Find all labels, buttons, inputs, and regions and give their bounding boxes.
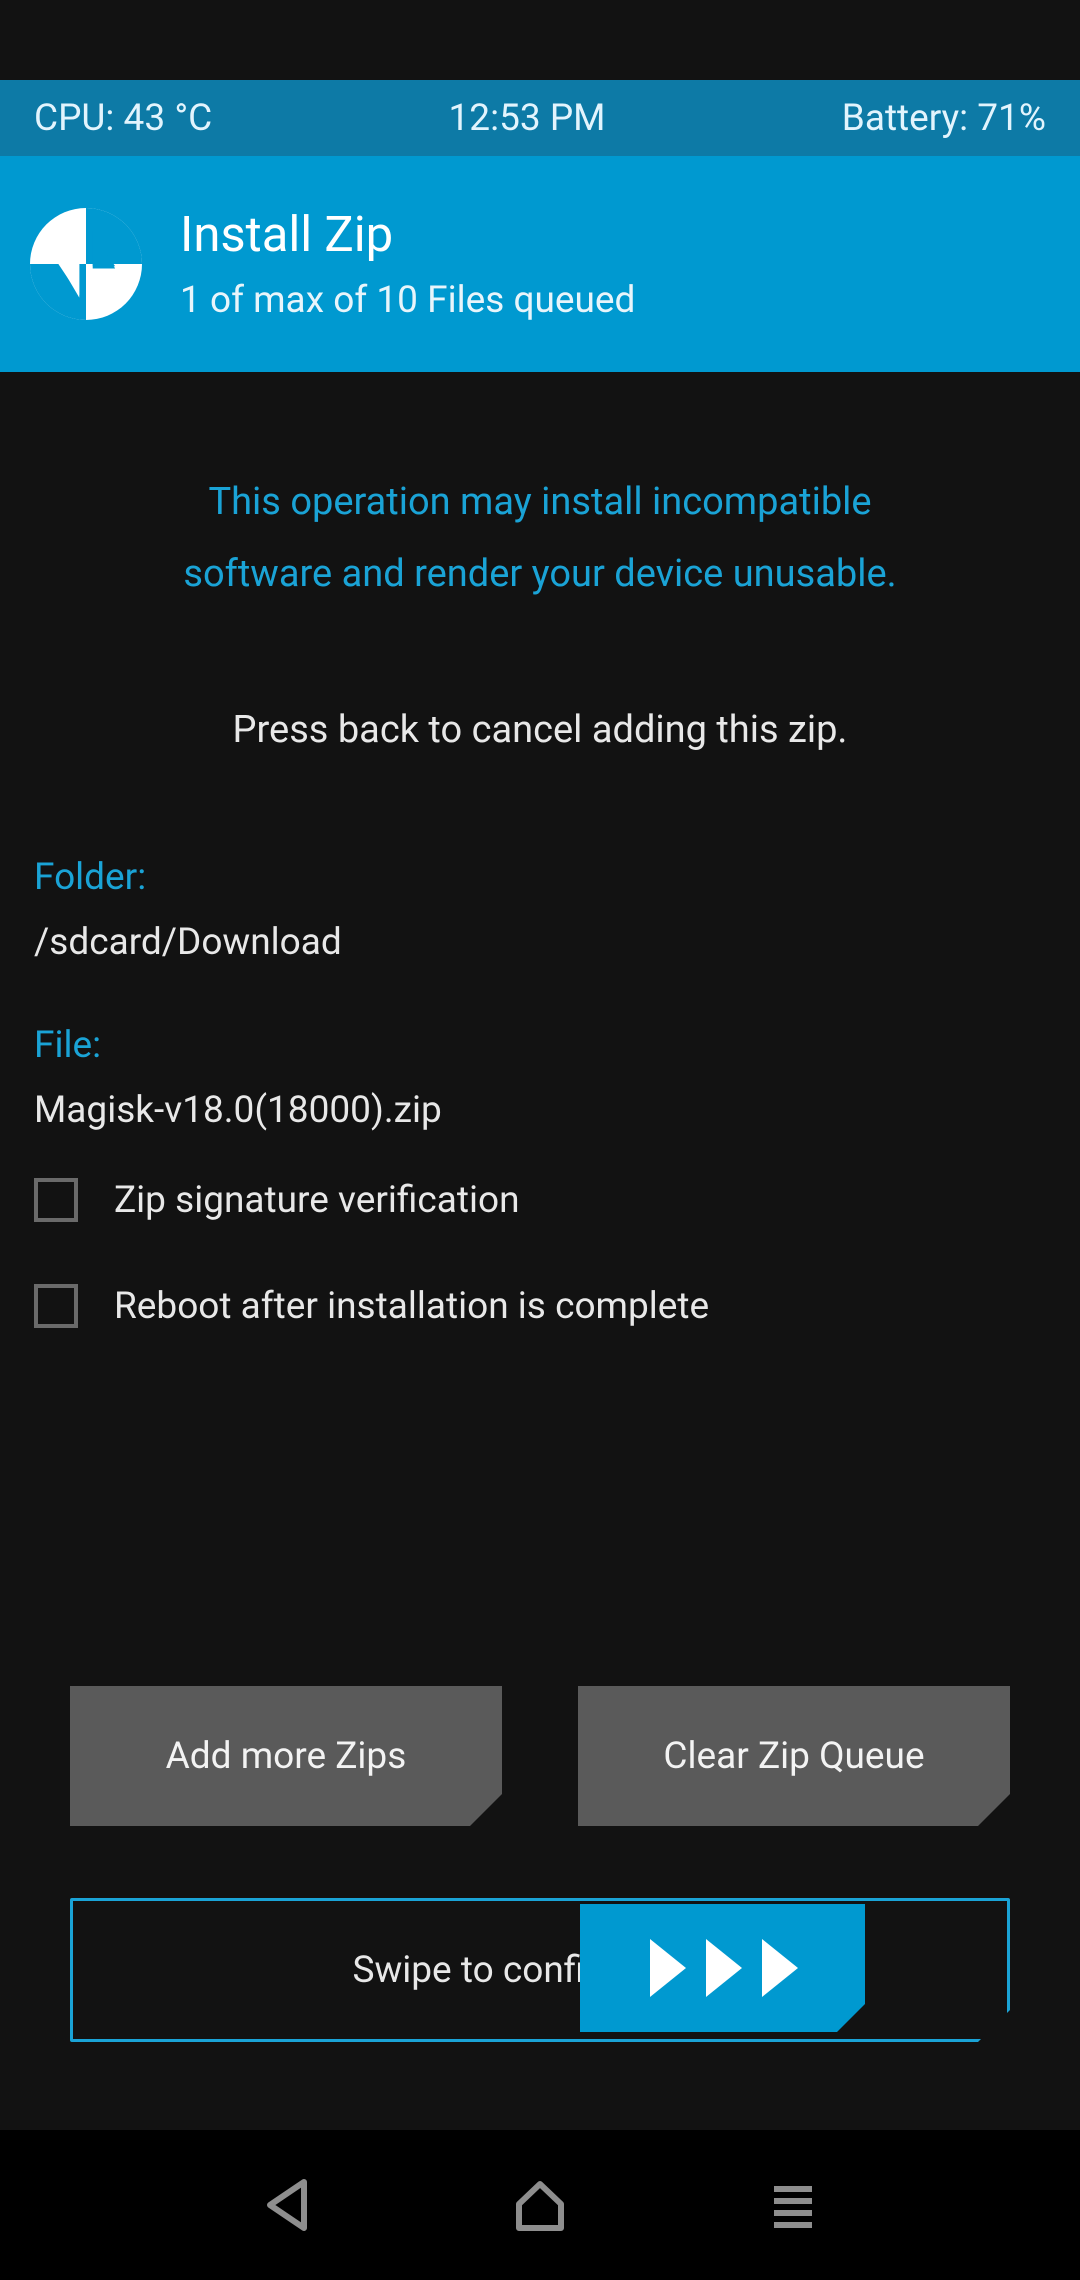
content-area: This operation may install incompatible … xyxy=(0,372,1080,1328)
status-battery: Battery: 71% xyxy=(842,97,1046,140)
navigation-bar xyxy=(0,2130,1080,2280)
checkbox-icon[interactable] xyxy=(34,1284,78,1328)
reboot-checkbox-row[interactable]: Reboot after installation is complete xyxy=(0,1284,1080,1328)
home-icon[interactable] xyxy=(509,2174,571,2236)
zip-signature-checkbox-row[interactable]: Zip signature verification xyxy=(0,1178,1080,1222)
file-value: Magisk-v18.0(18000).zip xyxy=(34,1089,1046,1132)
swipe-track[interactable]: Swipe to confirm Flash xyxy=(70,1898,1010,2042)
checkbox-icon[interactable] xyxy=(34,1178,78,1222)
status-time: 12:53 PM xyxy=(449,97,606,140)
folder-value: /sdcard/Download xyxy=(34,921,1046,964)
back-icon[interactable] xyxy=(256,2174,318,2236)
chevron-right-icon xyxy=(698,1935,748,2001)
page-subtitle: 1 of max of 10 Files queued xyxy=(180,279,635,322)
reboot-label: Reboot after installation is complete xyxy=(114,1285,709,1328)
chevron-right-icon xyxy=(754,1935,804,2001)
status-cpu: CPU: 43 °C xyxy=(34,97,212,140)
clear-zip-queue-button[interactable]: Clear Zip Queue xyxy=(578,1686,1010,1826)
menu-icon[interactable] xyxy=(762,2174,824,2236)
folder-label: Folder: xyxy=(34,856,1046,899)
add-more-zips-button[interactable]: Add more Zips xyxy=(70,1686,502,1826)
top-spacer xyxy=(0,0,1080,80)
zip-signature-label: Zip signature verification xyxy=(114,1179,520,1222)
instruction-text: Press back to cancel adding this zip. xyxy=(0,708,1080,752)
chevron-right-icon xyxy=(642,1935,692,2001)
app-header: Install Zip 1 of max of 10 Files queued xyxy=(0,156,1080,372)
status-bar: CPU: 43 °C 12:53 PM Battery: 71% xyxy=(0,80,1080,156)
add-more-zips-label: Add more Zips xyxy=(166,1735,407,1778)
file-label: File: xyxy=(34,1024,1046,1067)
warning-line2: software and render your device unusable… xyxy=(0,538,1080,610)
warning-line1: This operation may install incompatible xyxy=(0,466,1080,538)
clear-zip-queue-label: Clear Zip Queue xyxy=(663,1735,924,1778)
page-title: Install Zip xyxy=(180,206,635,263)
twrp-logo-icon xyxy=(30,208,142,320)
swipe-handle[interactable] xyxy=(580,1904,865,2032)
